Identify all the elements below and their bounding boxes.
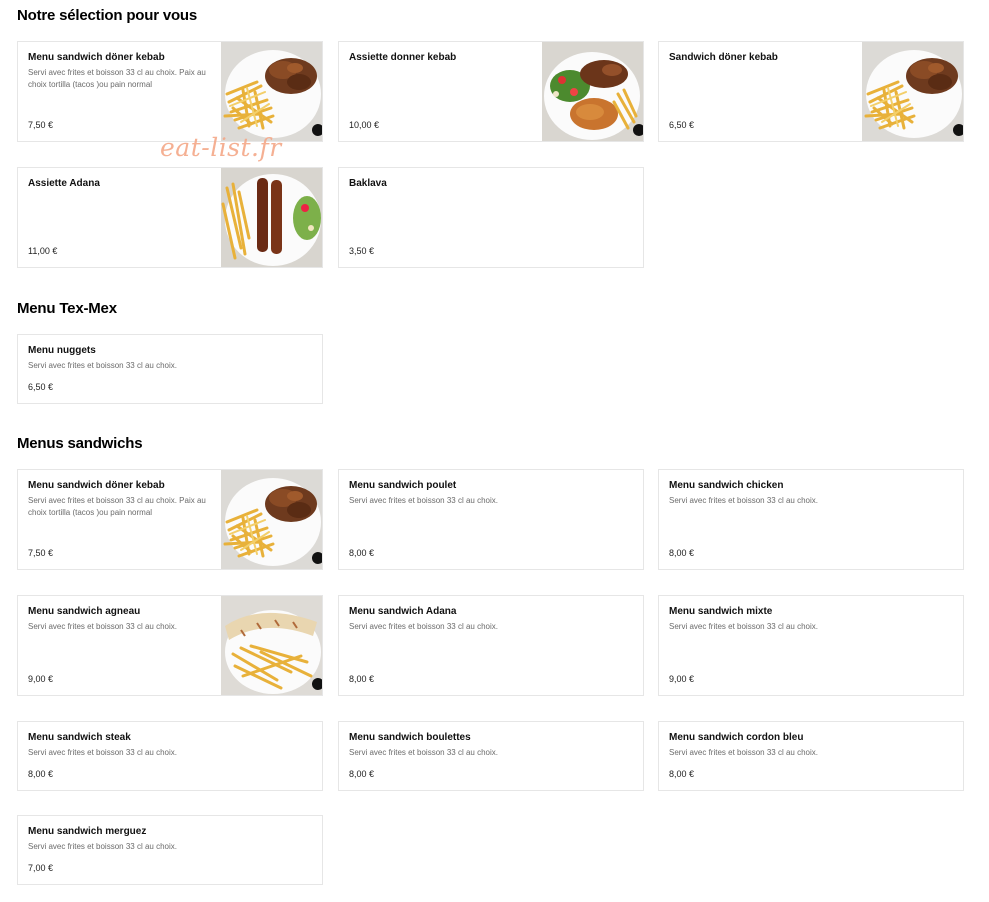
- item-price: 11,00 €: [28, 246, 58, 256]
- section-title-sandwichs: Menus sandwichs: [17, 435, 143, 452]
- item-price: 8,00 €: [28, 769, 54, 779]
- doner-rice-salad-plate-image: [542, 42, 643, 141]
- menu-item-card[interactable]: Menu sandwich agneau Servi avec frites e…: [17, 595, 323, 696]
- item-price: 3,50 €: [349, 246, 375, 256]
- menu-item-card[interactable]: Menu sandwich cordon bleu Servi avec fri…: [658, 721, 964, 791]
- item-name: Menu sandwich agneau: [28, 606, 141, 617]
- item-price: 8,00 €: [669, 769, 695, 779]
- item-price: 10,00 €: [349, 120, 380, 130]
- menu-item-card[interactable]: Menu sandwich boulettes Servi avec frite…: [338, 721, 644, 791]
- menu-item-card[interactable]: Menu sandwich steak Servi avec frites et…: [17, 721, 323, 791]
- adana-skewers-plate-image: [221, 168, 322, 267]
- item-description: Servi avec frites et boisson 33 cl au ch…: [28, 496, 206, 517]
- item-description: Servi avec frites et boisson 33 cl au ch…: [28, 361, 177, 370]
- item-name: Assiette donner kebab: [349, 52, 457, 63]
- item-name: Menu sandwich chicken: [669, 480, 784, 491]
- item-price: 9,00 €: [28, 674, 54, 684]
- item-description: Servi avec frites et boisson 33 cl au ch…: [349, 748, 498, 757]
- menu-item-card[interactable]: Menu nuggets Servi avec frites et boisso…: [17, 334, 323, 404]
- item-description: Servi avec frites et boisson 33 cl au ch…: [669, 748, 818, 757]
- item-description: Servi avec frites et boisson 33 cl au ch…: [28, 68, 206, 89]
- wrap-fries-plate-image: [221, 596, 322, 695]
- item-name: Menu nuggets: [28, 345, 96, 356]
- item-price: 8,00 €: [349, 548, 375, 558]
- item-name: Menu sandwich steak: [28, 732, 131, 743]
- section-title-selection: Notre sélection pour vous: [17, 7, 198, 24]
- doner-fries-plate-image: [221, 42, 322, 141]
- menu-item-card[interactable]: Assiette Adana 11,00 €: [17, 167, 323, 268]
- menu-item-card[interactable]: Menu sandwich Adana Servi avec frites et…: [338, 595, 644, 696]
- menu-item-card[interactable]: Menu sandwich poulet Servi avec frites e…: [338, 469, 644, 570]
- item-price: 8,00 €: [349, 769, 375, 779]
- section-title-texmex: Menu Tex-Mex: [17, 300, 117, 317]
- item-name: Assiette Adana: [28, 178, 100, 189]
- menu-item-card[interactable]: Sandwich döner kebab 6,50 €: [658, 41, 964, 142]
- item-price: 7,00 €: [28, 863, 54, 873]
- menu-item-card[interactable]: Menu sandwich merguez Servi avec frites …: [17, 815, 323, 885]
- menu-item-card[interactable]: Menu sandwich döner kebab Servi avec fri…: [17, 469, 323, 570]
- item-description: Servi avec frites et boisson 33 cl au ch…: [28, 748, 177, 757]
- item-name: Baklava: [349, 178, 387, 189]
- item-name: Menu sandwich döner kebab: [28, 480, 165, 491]
- item-name: Sandwich döner kebab: [669, 52, 778, 63]
- item-price: 6,50 €: [669, 120, 695, 130]
- item-price: 8,00 €: [669, 548, 695, 558]
- menu-item-card[interactable]: Assiette donner kebab 10,00 €: [338, 41, 644, 142]
- item-price: 6,50 €: [28, 382, 54, 392]
- item-name: Menu sandwich döner kebab: [28, 52, 165, 63]
- item-price: 8,00 €: [349, 674, 375, 684]
- item-name: Menu sandwich cordon bleu: [669, 732, 804, 743]
- doner-fries-plate-image: [221, 470, 322, 569]
- watermark-text: eat-list.fr: [160, 133, 282, 162]
- item-name: Menu sandwich boulettes: [349, 732, 471, 743]
- menu-item-card[interactable]: Menu sandwich döner kebab Servi avec fri…: [17, 41, 323, 142]
- item-description: Servi avec frites et boisson 33 cl au ch…: [28, 842, 177, 851]
- menu-item-card[interactable]: Menu sandwich chicken Servi avec frites …: [658, 469, 964, 570]
- item-description: Servi avec frites et boisson 33 cl au ch…: [669, 496, 818, 505]
- menu-item-card[interactable]: Menu sandwich mixte Servi avec frites et…: [658, 595, 964, 696]
- item-description: Servi avec frites et boisson 33 cl au ch…: [669, 622, 818, 631]
- item-name: Menu sandwich merguez: [28, 826, 147, 837]
- item-price: 7,50 €: [28, 120, 54, 130]
- item-description: Servi avec frites et boisson 33 cl au ch…: [349, 622, 498, 631]
- menu-item-card[interactable]: Baklava 3,50 €: [338, 167, 644, 268]
- item-description: Servi avec frites et boisson 33 cl au ch…: [28, 622, 177, 631]
- item-name: Menu sandwich poulet: [349, 480, 457, 491]
- doner-fries-plate-image: [862, 42, 963, 141]
- item-name: Menu sandwich Adana: [349, 606, 457, 617]
- item-price: 7,50 €: [28, 548, 54, 558]
- item-name: Menu sandwich mixte: [669, 606, 773, 617]
- item-description: Servi avec frites et boisson 33 cl au ch…: [349, 496, 498, 505]
- item-price: 9,00 €: [669, 674, 695, 684]
